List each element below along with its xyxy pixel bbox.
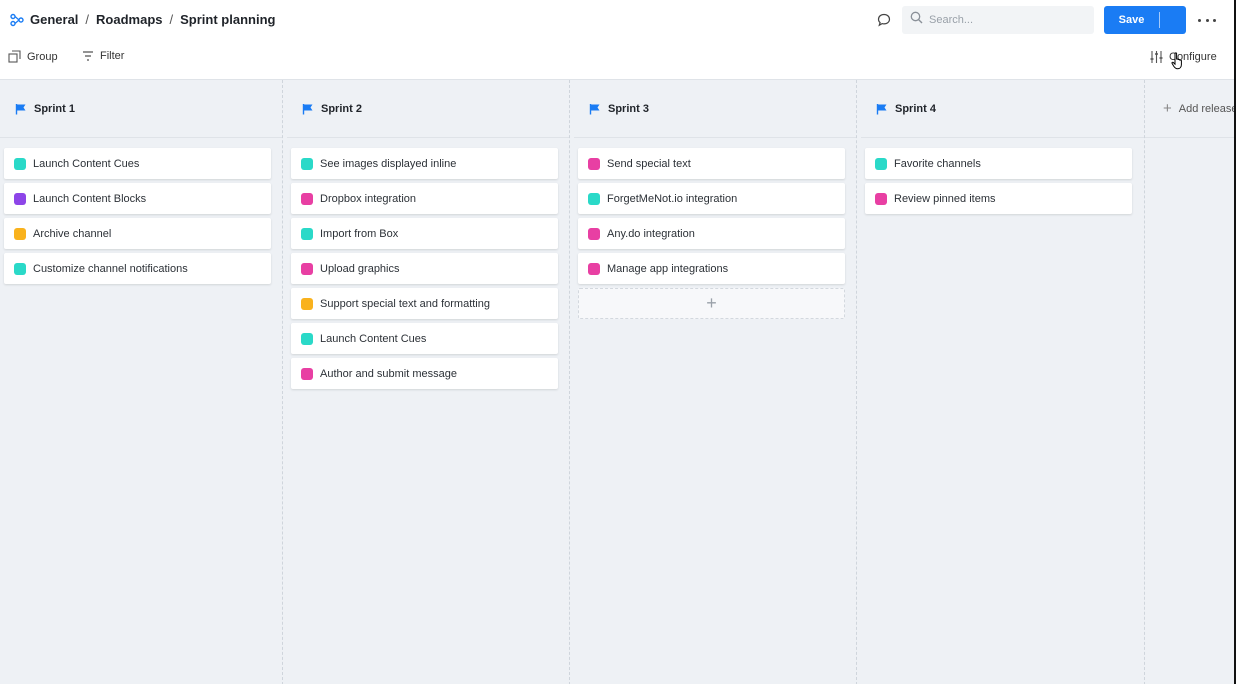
group-button[interactable]: Group [8,50,58,63]
feature-card[interactable]: Launch Content Cues [291,323,558,354]
sprint-column: Sprint 4 Favorite channels Review pinned… [861,80,1145,684]
sprint-title: Sprint 2 [321,102,362,115]
sprint-header[interactable]: Sprint 4 [861,80,1144,138]
status-color-dot [301,157,313,170]
card-label: Launch Content Cues [320,332,427,345]
plus-icon: + [1163,100,1172,117]
add-release-label: Add release [1178,102,1236,115]
feature-card[interactable]: Launch Content Cues [4,148,271,179]
status-color-dot [301,367,313,380]
sprint-header[interactable]: Sprint 1 [0,80,282,138]
card-label: Send special text [607,157,691,170]
sprint-board: Sprint 1 Launch Content Cues Launch Cont… [0,79,1236,684]
status-color-dot [14,192,26,205]
top-bar: General / Roadmaps / Sprint planning Sav… [0,0,1236,40]
status-color-dot [301,192,313,205]
search-icon [910,11,923,29]
feature-card[interactable]: Dropbox integration [291,183,558,214]
status-color-dot [14,262,26,275]
feature-card[interactable]: Archive channel [4,218,271,249]
status-color-dot [14,157,26,170]
card-label: Favorite channels [894,157,981,170]
card-label: ForgetMeNot.io integration [607,192,738,205]
filter-icon [83,51,93,61]
search-input[interactable] [929,14,1079,26]
status-color-dot [301,332,313,345]
hand-pointer-cursor-icon [1171,52,1182,70]
status-color-dot [301,297,313,310]
sprint-header[interactable]: Sprint 2 [287,80,569,138]
breadcrumb: General / Roadmaps / Sprint planning [10,12,275,27]
breadcrumb-general[interactable]: General [30,12,78,27]
comment-icon[interactable] [876,12,892,28]
breadcrumb-separator: / [85,12,90,27]
group-icon [8,50,21,63]
feature-card[interactable]: Review pinned items [865,183,1132,214]
feature-card[interactable]: Send special text [578,148,845,179]
feature-card[interactable]: Any.do integration [578,218,845,249]
status-color-dot [14,227,26,240]
add-release-button[interactable]: + Add release [1145,80,1236,138]
sprint-title: Sprint 4 [895,102,936,115]
status-color-dot [588,157,600,170]
filter-button[interactable]: Filter [82,50,124,62]
sprint-title: Sprint 1 [34,102,75,115]
card-label: Launch Content Cues [33,157,140,170]
sprint-column: Sprint 3 Send special text ForgetMeNot.i… [574,80,857,684]
feature-card[interactable]: Author and submit message [291,358,558,389]
card-label: Dropbox integration [320,192,417,205]
save-button[interactable]: Save [1104,6,1186,34]
card-label: Any.do integration [607,227,695,240]
feature-card[interactable]: Launch Content Blocks [4,183,271,214]
save-options-dropdown[interactable] [1160,6,1186,34]
status-color-dot [588,227,600,240]
card-label: See images displayed inline [320,157,457,170]
flag-icon [876,103,887,114]
sprint-title: Sprint 3 [608,102,649,115]
more-options-icon[interactable] [1198,12,1216,28]
card-label: Customize channel notifications [33,262,188,275]
status-color-dot [875,192,887,205]
feature-card[interactable]: Customize channel notifications [4,253,271,284]
card-label: Manage app integrations [607,262,729,275]
toolbar: Group Filter Configure [0,44,1236,70]
breadcrumb-roadmaps[interactable]: Roadmaps [96,12,162,27]
card-label: Archive channel [33,227,112,240]
feature-card[interactable]: ForgetMeNot.io integration [578,183,845,214]
sprint-column: Sprint 1 Launch Content Cues Launch Cont… [0,80,283,684]
filter-label: Filter [100,50,125,62]
status-color-dot [875,157,887,170]
card-label: Launch Content Blocks [33,192,147,205]
sprint-column: Sprint 2 See images displayed inline Dro… [287,80,570,684]
sprint-header[interactable]: Sprint 3 [574,80,856,138]
roadmap-app-icon[interactable] [10,13,24,27]
card-label: Upload graphics [320,262,400,275]
feature-card[interactable]: Upload graphics [291,253,558,284]
add-card-button[interactable]: + [578,288,845,319]
status-color-dot [301,227,313,240]
breadcrumb-separator: / [169,12,174,27]
flag-icon [15,103,26,114]
feature-card[interactable]: Manage app integrations [578,253,845,284]
search-box[interactable] [902,6,1094,34]
feature-card[interactable]: See images displayed inline [291,148,558,179]
card-label: Review pinned items [894,192,996,205]
breadcrumb-sprint-planning: Sprint planning [180,12,276,27]
feature-card[interactable]: Support special text and formatting [291,288,558,319]
flag-icon [302,103,313,114]
configure-sliders-icon [1150,51,1163,63]
flag-icon [589,103,600,114]
card-label: Author and submit message [320,367,457,380]
status-color-dot [588,262,600,275]
card-label: Support special text and formatting [320,297,490,310]
save-button-label: Save [1118,14,1145,26]
group-label: Group [27,50,58,63]
feature-card[interactable]: Import from Box [291,218,558,249]
status-color-dot [301,262,313,275]
card-label: Import from Box [320,227,399,240]
status-color-dot [588,192,600,205]
feature-card[interactable]: Favorite channels [865,148,1132,179]
